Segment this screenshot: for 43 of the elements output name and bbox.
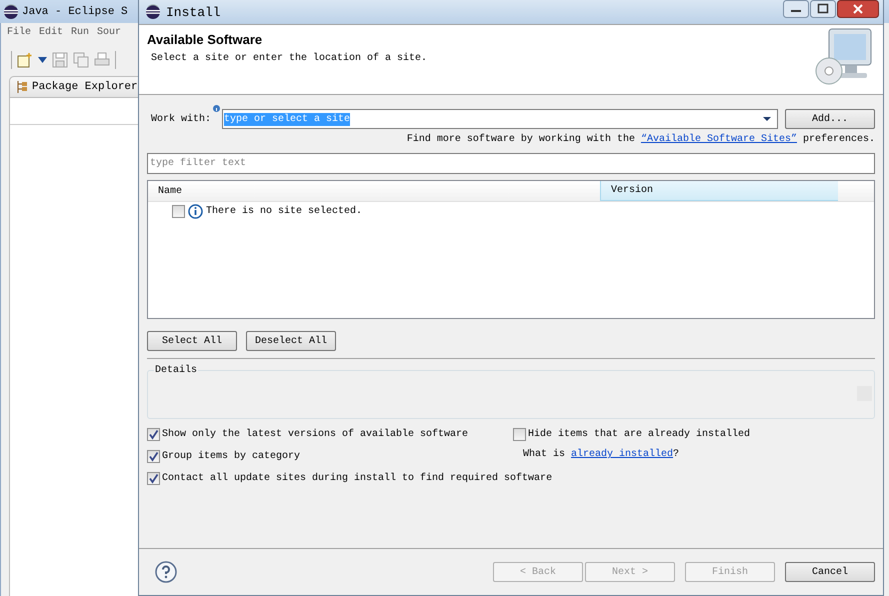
work-with-label: Work with: — [151, 114, 212, 124]
dialog-title: Install — [166, 4, 221, 20]
table-cell: There is no site selected. — [206, 206, 362, 217]
find-more-text: Find more software by working with the “Available Software Sites” preferences. — [406, 134, 875, 145]
installed-hint-text: What is already installed? — [523, 449, 680, 460]
checkbox[interactable] — [147, 450, 160, 462]
eclipse-icon — [3, 4, 19, 20]
add-button[interactable]: Add... — [785, 109, 875, 129]
option-label: Group items by category — [162, 450, 300, 462]
column-header[interactable]: Version — [600, 181, 838, 201]
info-icon — [188, 204, 203, 219]
filter-field[interactable]: type filter text — [147, 153, 875, 174]
page-heading: Available Software — [147, 32, 264, 47]
available-software-sites-link[interactable]: “Available Software Sites” — [640, 134, 797, 145]
option-label: Hide items that are already installed — [528, 428, 750, 440]
menu-item[interactable]: Sour — [97, 27, 122, 41]
window-title: Java - Eclipse S — [22, 6, 128, 18]
footer-button[interactable]: Cancel — [785, 562, 875, 582]
dropdown-arrow-icon[interactable] — [38, 57, 47, 63]
minimize-icon[interactable] — [783, 0, 809, 18]
group-label: Details — [154, 365, 198, 376]
new-file-icon[interactable] — [17, 52, 33, 68]
help-icon[interactable] — [155, 561, 177, 583]
column-header[interactable]: Name — [148, 181, 600, 201]
eclipse-icon — [145, 4, 161, 20]
menu-item[interactable]: Run — [71, 27, 90, 41]
already-installed-link[interactable]: already installed — [571, 449, 674, 460]
menu-item[interactable]: Edit — [39, 27, 64, 41]
dropdown-arrow-icon — [763, 117, 771, 121]
selection-button[interactable]: Deselect All — [246, 331, 336, 351]
maximize-icon[interactable] — [810, 0, 836, 18]
page-description: Select a site or enter the location of a site. — [151, 53, 428, 64]
close-icon[interactable] — [837, 0, 879, 18]
checkbox[interactable] — [147, 472, 160, 484]
checkbox[interactable] — [513, 428, 526, 440]
checkbox[interactable] — [147, 428, 160, 440]
package-tree-icon — [16, 81, 28, 93]
option-label: Show only the latest versions of available software — [162, 428, 468, 440]
checkbox[interactable] — [172, 205, 185, 218]
info-icon — [213, 105, 220, 112]
menu-item[interactable]: File — [7, 27, 32, 41]
option-label: Contact all update sites during install to find required software — [162, 472, 552, 484]
selection-button[interactable]: Select All — [147, 331, 237, 351]
